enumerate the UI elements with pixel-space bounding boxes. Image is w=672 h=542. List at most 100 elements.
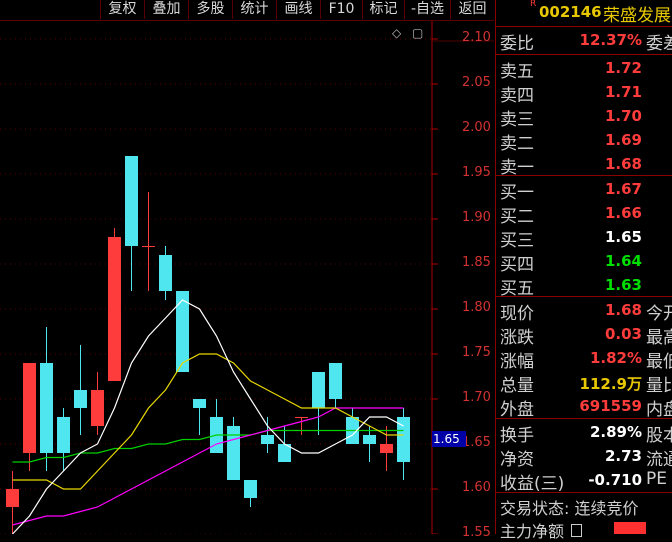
candle-body <box>329 363 342 399</box>
stat-label: 外盘 <box>500 400 534 420</box>
divider <box>496 54 672 55</box>
price-tick-label: 1.90 <box>462 210 491 225</box>
candle-body <box>295 417 308 418</box>
stat2-value: 2.89% <box>589 423 642 441</box>
price-tick-label: 1.95 <box>462 165 491 180</box>
ask-value: 1.70 <box>604 107 642 125</box>
candle-body <box>193 399 206 408</box>
weibi-row: 委比 12.37% 委差 <box>496 29 672 54</box>
candle-body <box>142 246 155 247</box>
chart-toolbar: 复权 叠加 多股 统计 画线 F10 标记 -自选 返回 <box>0 0 494 21</box>
statistics-button[interactable]: 统计 <box>232 0 276 19</box>
bid-label: 买一 <box>500 183 534 203</box>
stat-row: 涨幅 1.82% 最低 <box>496 347 672 372</box>
candle-body <box>74 390 87 408</box>
bid-row: 买三 1.65 <box>496 226 672 251</box>
stock-code: 002146 <box>539 3 602 21</box>
stat-label: 涨幅 <box>500 352 534 372</box>
stat-row: 总量 112.9万 量比 <box>496 371 672 396</box>
candle-body <box>125 156 138 246</box>
price-tick-label: 1.65 <box>462 435 491 450</box>
main-force-text: 主力净额 <box>500 522 565 541</box>
ask-row: 卖四 1.71 <box>496 81 672 106</box>
candle-body <box>159 255 172 291</box>
stat-row: 现价 1.68 今开 <box>496 299 672 324</box>
bid-row: 买二 1.66 <box>496 202 672 227</box>
candle-body <box>91 390 104 426</box>
bid-value: 1.66 <box>604 204 642 222</box>
candle-body <box>363 435 376 444</box>
candle-body <box>40 363 53 453</box>
stat2-value: -0.710 <box>588 471 642 489</box>
stat2-label: 净资 <box>500 450 534 470</box>
stat-right-label: 今开 <box>646 304 672 324</box>
ask-value: 1.71 <box>604 83 642 101</box>
f10-button[interactable]: F10 <box>320 0 362 19</box>
price-tick-label: 1.85 <box>462 255 491 270</box>
bid-row: 买四 1.64 <box>496 250 672 275</box>
stat-right-label: 量比 <box>646 376 672 396</box>
bid-value: 1.63 <box>604 276 642 294</box>
bid-label: 买三 <box>500 231 534 251</box>
remove-watchlist-button[interactable]: -自选 <box>404 0 450 19</box>
bid-label: 买二 <box>500 207 534 227</box>
divider <box>496 418 672 419</box>
quote-panel: R 002146 荣盛发展 委比 12.37% 委差 卖五 1.72 卖四 1.71 卖… <box>495 0 672 541</box>
stock-name: 荣盛发展 <box>603 6 671 26</box>
price-tick-label: 1.75 <box>462 345 491 360</box>
ask-value: 1.72 <box>604 59 642 77</box>
bid-label: 买四 <box>500 255 534 275</box>
divider <box>496 296 672 297</box>
stat-row: 涨跌 0.03 最高 <box>496 323 672 348</box>
margin-tag: R <box>530 0 537 9</box>
overlay-button[interactable]: 叠加 <box>144 0 188 19</box>
ma5-line <box>12 299 404 534</box>
stat-value: 0.03 <box>604 325 642 343</box>
stat2-label: 换手 <box>500 426 534 446</box>
stat2-row: 净资 2.73 流通 <box>496 445 672 470</box>
dropdown-icon[interactable] <box>571 524 583 537</box>
stat2-row: 换手 2.89% 股本 <box>496 421 672 446</box>
stat2-row: 收益(三) -0.710 PE <box>496 469 672 494</box>
weibi-label: 委比 <box>500 34 534 54</box>
price-tick-label: 1.60 <box>462 480 491 495</box>
stat-right-label: 最高 <box>646 328 672 348</box>
draw-line-button[interactable]: 画线 <box>276 0 320 19</box>
ask-label: 卖二 <box>500 134 534 154</box>
back-button[interactable]: 返回 <box>450 0 494 19</box>
ma60-line <box>12 429 404 463</box>
price-tick-label: 1.80 <box>462 300 491 315</box>
ask-row: 卖三 1.70 <box>496 105 672 130</box>
ask-value: 1.68 <box>604 155 642 173</box>
weicha-label: 委差 <box>646 34 672 54</box>
divider <box>496 175 672 176</box>
stat-value: 1.68 <box>604 301 642 319</box>
stat2-right-label: 流通 <box>646 450 672 470</box>
toggle-icon[interactable]: ▢ <box>412 26 423 40</box>
candle-body <box>380 444 393 453</box>
stat-right-label: 内盘 <box>646 400 672 420</box>
mark-button[interactable]: 标记 <box>362 0 404 19</box>
diamond-icon[interactable]: ◇ <box>392 26 401 40</box>
stat2-right-label: 股本 <box>646 426 672 446</box>
main-force-label[interactable]: 主力净额 <box>500 518 583 542</box>
current-price-tag: 1.65 <box>432 431 466 447</box>
adjust-rights-button[interactable]: 复权 <box>100 0 144 19</box>
ma10-line <box>12 353 404 490</box>
stat-label: 总量 <box>500 376 534 396</box>
candle-body <box>176 291 189 372</box>
candle-body <box>57 417 70 453</box>
ask-value: 1.69 <box>604 131 642 149</box>
stat-value: 112.9万 <box>579 375 642 393</box>
stat-right-label: 最低 <box>646 352 672 372</box>
kline-chart-panel[interactable]: ◇ ▢ 2.10 2.05 2.00 1.95 1.90 1.85 1.80 1.75 1.70… <box>0 21 494 540</box>
price-tick-label: 2.00 <box>462 120 491 135</box>
kline-chart[interactable] <box>0 21 494 534</box>
ask-row: 卖五 1.72 <box>496 57 672 82</box>
stock-header: R 002146 荣盛发展 <box>496 0 672 26</box>
ask-label: 卖四 <box>500 86 534 106</box>
stat-value: 1.82% <box>589 349 642 367</box>
bid-row: 买一 1.67 <box>496 178 672 203</box>
multi-stock-button[interactable]: 多股 <box>188 0 232 19</box>
price-tick-label: 2.05 <box>462 75 491 90</box>
